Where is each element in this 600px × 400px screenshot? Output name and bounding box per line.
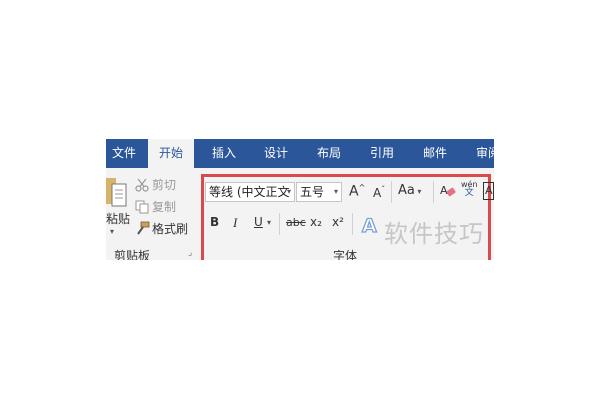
change-case-button[interactable]: Aa ▾: [398, 183, 421, 198]
tab-mailings[interactable]: 邮件: [423, 139, 447, 168]
divider: [279, 213, 280, 235]
copy-button[interactable]: 复制: [152, 198, 176, 215]
underline-button[interactable]: U: [254, 215, 263, 229]
strikethrough-button[interactable]: abc: [286, 216, 306, 229]
underline-dropdown-icon[interactable]: ▾: [267, 218, 271, 227]
italic-button[interactable]: I: [233, 215, 237, 231]
font-name-dropdown-icon[interactable]: ▾: [287, 183, 291, 201]
clipboard-dialog-launcher-icon[interactable]: ⌟: [188, 248, 192, 258]
grow-font-label: A: [349, 183, 359, 200]
format-painter-button[interactable]: 格式刷: [152, 220, 188, 237]
tab-layout[interactable]: 布局: [317, 139, 341, 168]
watermark-text: 软件技巧: [384, 220, 484, 248]
paste-dropdown-arrow-icon[interactable]: ▾: [110, 227, 114, 236]
bold-button[interactable]: B: [210, 215, 219, 229]
shrink-font-label: A: [373, 186, 382, 200]
format-painter-icon: [135, 221, 150, 236]
phonetic-guide-char: 文: [464, 188, 474, 198]
scissors-icon: [135, 177, 149, 192]
phonetic-guide-button[interactable]: wén 文: [461, 180, 478, 198]
font-name-value: 等线 (中文正文: [209, 185, 290, 199]
tab-review[interactable]: 审阅: [476, 139, 494, 168]
shrink-font-caret-icon: ˇ: [381, 185, 386, 194]
tab-design[interactable]: 设计: [264, 139, 288, 168]
divider: [391, 181, 392, 203]
shrink-font-button[interactable]: Aˇ: [373, 185, 385, 200]
tab-file[interactable]: 文件: [106, 139, 136, 168]
copy-icon: [135, 199, 149, 214]
grow-font-button[interactable]: A^: [349, 183, 365, 200]
font-name-combo[interactable]: 等线 (中文正文 ▾: [205, 182, 295, 202]
cut-button[interactable]: 剪切: [152, 176, 176, 193]
font-size-dropdown-icon[interactable]: ▾: [334, 183, 338, 201]
font-size-combo[interactable]: 五号 ▾: [296, 182, 342, 202]
grow-font-caret-icon: ^: [358, 183, 366, 192]
character-border-icon[interactable]: A: [483, 182, 494, 200]
font-group-label: 字体: [333, 249, 358, 260]
clipboard-group-label: 剪贴板: [114, 249, 151, 260]
tab-insert[interactable]: 插入: [212, 139, 236, 168]
paste-button-label[interactable]: 粘贴: [106, 210, 130, 227]
change-case-dropdown-icon: ▾: [414, 187, 422, 196]
divider: [352, 213, 353, 235]
divider: [433, 181, 434, 203]
tab-references[interactable]: 引用: [370, 139, 394, 168]
ribbon-tab-bar: 文件 开始 插入 设计 布局 引用 邮件 审阅: [106, 139, 494, 168]
clear-formatting-icon[interactable]: A: [440, 183, 456, 199]
tab-home[interactable]: 开始: [148, 139, 194, 168]
font-size-value: 五号: [300, 185, 325, 199]
text-effects-icon[interactable]: A: [360, 214, 382, 236]
subscript-button[interactable]: x₂: [310, 215, 322, 229]
change-case-label: Aa: [398, 183, 415, 198]
svg-text:A: A: [440, 184, 448, 197]
superscript-button[interactable]: x²: [332, 215, 344, 229]
paste-icon[interactable]: [106, 174, 128, 208]
svg-text:A: A: [362, 215, 377, 236]
